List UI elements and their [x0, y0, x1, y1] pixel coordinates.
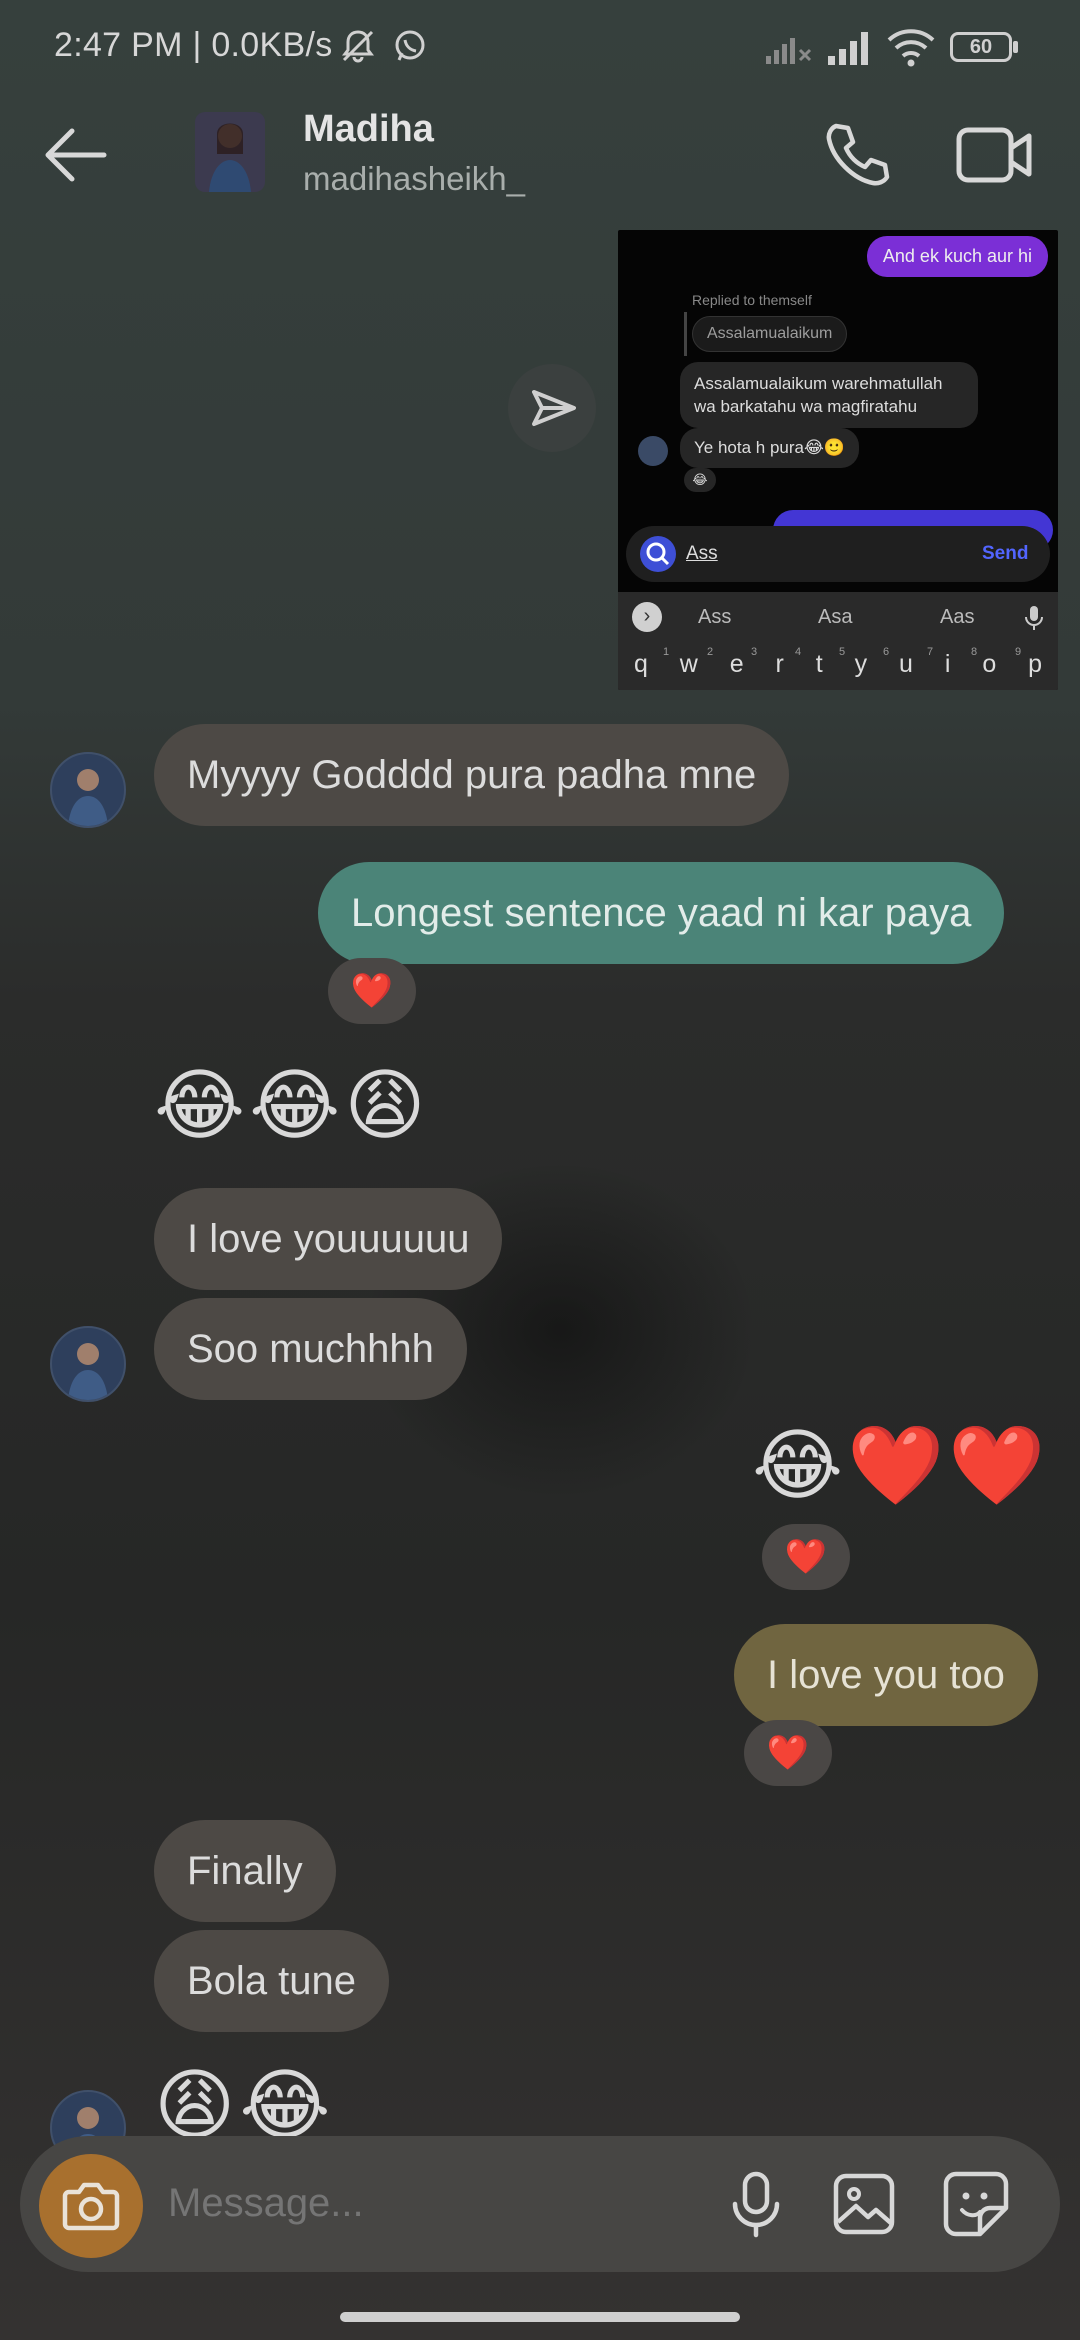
shot-suggestion: Aas: [940, 606, 975, 628]
shot-reply-bar: [684, 312, 687, 356]
sticker-icon[interactable]: [942, 2170, 1010, 2238]
message-incoming[interactable]: Bola tune: [154, 1930, 390, 2032]
heart-reaction[interactable]: ❤️: [328, 958, 416, 1024]
emoji-message-incoming[interactable]: 😩😂: [154, 2060, 334, 2136]
shot-key: y: [854, 650, 868, 678]
shot-search-text: Ass: [686, 543, 718, 564]
shot-outgoing-message: And ek kuch aur hi: [866, 236, 1048, 277]
shot-search-icon: [640, 536, 676, 572]
message-incoming[interactable]: I love youuuuuu: [154, 1188, 503, 1290]
shot-key: u: [899, 650, 913, 678]
shot-key: o: [982, 650, 997, 678]
message-incoming[interactable]: Myyyy Godddd pura padha mne: [154, 724, 790, 826]
shared-screenshot[interactable]: And ek kuch aur hi Replied to themself A…: [618, 230, 1058, 690]
shot-reaction: 😂: [684, 468, 716, 492]
shot-message-1: Assalamualaikum warehmatullah wa barkata…: [680, 362, 978, 428]
back-arrow-icon[interactable]: [40, 120, 110, 190]
contact-avatar[interactable]: [50, 752, 126, 828]
message-outgoing[interactable]: I love you too: [734, 1624, 1038, 1726]
shot-key: t: [815, 650, 823, 678]
shot-mic-icon: [1025, 606, 1043, 630]
share-button[interactable]: [508, 364, 596, 452]
contact-avatar[interactable]: [50, 1326, 126, 1402]
battery-tip: [1013, 41, 1018, 53]
profile-photo-icon: [68, 769, 108, 826]
header-avatar[interactable]: [195, 112, 265, 192]
home-indicator[interactable]: [340, 2312, 740, 2322]
wifi-icon: [887, 29, 935, 67]
profile-photo-icon: [195, 112, 265, 192]
shot-send-label: Send: [982, 543, 1029, 564]
message-incoming[interactable]: Finally: [154, 1820, 336, 1922]
signal-icon: [828, 32, 868, 65]
message-incoming[interactable]: Soo muchhhh: [154, 1298, 467, 1400]
contact-name[interactable]: Madiha: [303, 108, 434, 151]
phone-call-icon[interactable]: [820, 118, 894, 192]
shot-key: w: [679, 650, 698, 678]
message-input[interactable]: [166, 2180, 690, 2227]
shot-key: e: [729, 650, 744, 678]
battery-level: 60: [969, 36, 993, 58]
shot-key: q: [633, 650, 648, 678]
microphone-icon[interactable]: [728, 2170, 784, 2240]
camera-icon: [62, 2182, 120, 2231]
status-time: 2:47 PM | 0.0KB/s: [54, 26, 333, 64]
shot-suggestion: Ass: [698, 606, 732, 628]
contact-username[interactable]: madihasheikh_: [303, 160, 525, 198]
shot-key: p: [1028, 650, 1043, 678]
chat-header: [0, 95, 1080, 230]
shot-replied-label: Replied to themself: [692, 292, 812, 308]
send-plane-icon: [532, 390, 576, 426]
shot-quoted-message: Assalamualaikum: [692, 316, 848, 352]
shot-key: r: [775, 650, 784, 678]
shot-suggestion: Asa: [818, 606, 853, 628]
emoji-message-outgoing[interactable]: 😂❤️❤️: [752, 1420, 1049, 1510]
emoji-message-incoming[interactable]: 😂😂😩: [154, 1060, 430, 1150]
shot-key-row: q w e r t y u i o p: [618, 650, 1058, 679]
shot-key: i: [944, 650, 951, 678]
message-outgoing[interactable]: Longest sentence yaad ni kar paya: [318, 862, 1005, 964]
shot-avatar: [638, 436, 668, 466]
heart-reaction[interactable]: ❤️: [762, 1524, 850, 1590]
battery-icon: 60: [950, 32, 1012, 62]
camera-button[interactable]: [39, 2154, 143, 2258]
shot-chevron-right-icon: ›: [632, 602, 662, 632]
gallery-icon[interactable]: [832, 2172, 896, 2236]
profile-photo-icon: [68, 1343, 108, 1400]
video-call-icon[interactable]: [955, 118, 1035, 192]
whatsapp-icon: [395, 30, 425, 61]
signal-no-service-icon: [766, 38, 812, 64]
shot-message-2: Ye hota h pura😂🙂: [680, 428, 859, 468]
heart-reaction[interactable]: ❤️: [744, 1720, 832, 1786]
status-bar: 2:47 PM | 0.0KB/s 60: [0, 0, 1080, 95]
mute-bell-icon: [342, 30, 374, 63]
